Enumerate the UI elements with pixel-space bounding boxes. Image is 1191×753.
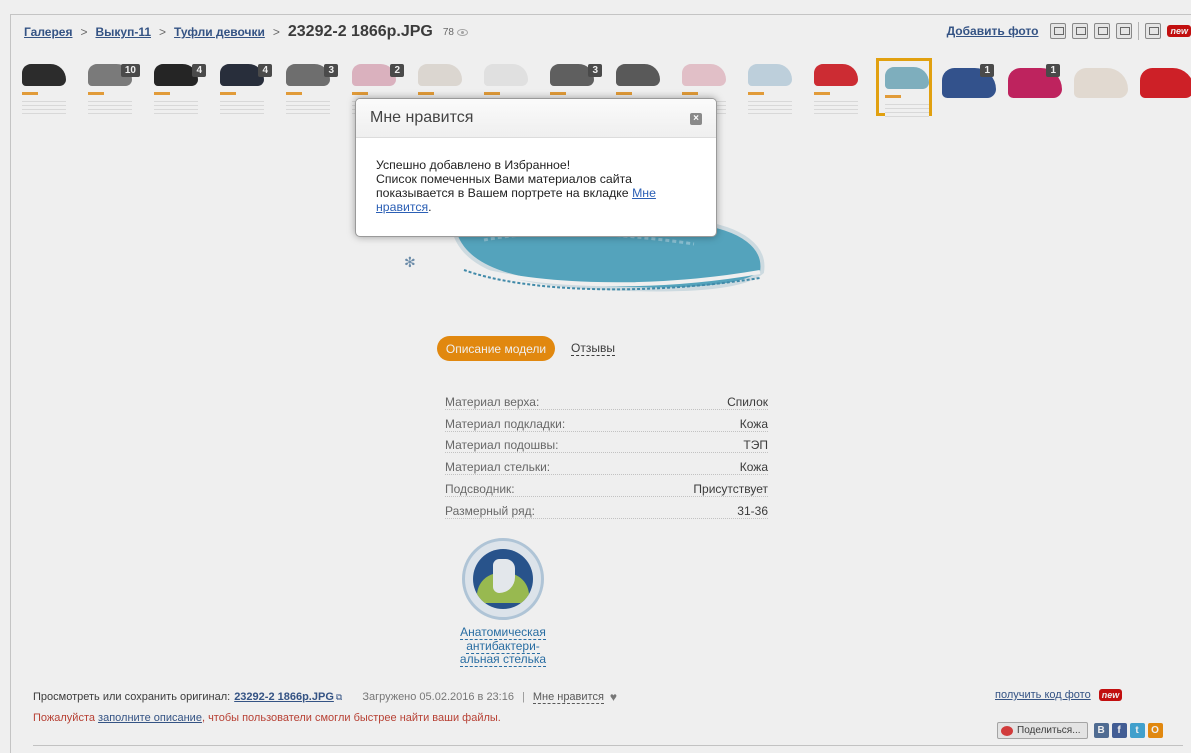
like-dialog: Мне нравится × Успешно добавлено в Избра… (355, 98, 717, 237)
dialog-body: Успешно добавлено в Избранное! Список по… (356, 138, 716, 214)
dialog-line-1: Успешно добавлено в Избранное! (376, 158, 571, 172)
close-icon[interactable]: × (690, 113, 702, 125)
dialog-line-2: Список помеченных Вами материалов сайта (376, 172, 632, 186)
dialog-header: Мне нравится × (356, 99, 716, 138)
dialog-end: . (428, 200, 432, 214)
dialog-line-3: показывается в Вашем портрете на вкладке (376, 186, 629, 200)
dialog-title: Мне нравится (370, 109, 474, 126)
